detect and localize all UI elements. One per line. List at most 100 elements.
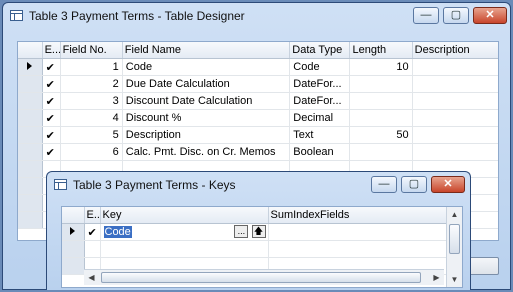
scroll-down-icon[interactable]: ▼ — [447, 272, 462, 287]
maximize-button[interactable]: ▢ — [401, 176, 427, 193]
description-cell[interactable] — [412, 58, 498, 76]
field-name-cell[interactable]: Code — [122, 58, 291, 76]
enabled-check[interactable]: ✔ — [42, 109, 61, 127]
field-name-cell[interactable]: Calc. Pmt. Disc. on Cr. Memos — [122, 143, 291, 161]
description-cell[interactable] — [412, 109, 498, 127]
keys-titlebar[interactable]: Table 3 Payment Terms - Keys — ▢ ✕ — [47, 172, 470, 198]
designer-titlebar[interactable]: Table 3 Payment Terms - Table Designer —… — [3, 3, 510, 29]
data-type-cell[interactable]: Text — [289, 126, 351, 144]
enabled-check[interactable]: ✔ — [42, 75, 61, 93]
field-no-cell[interactable]: 1 — [60, 58, 123, 76]
vertical-scrollbar[interactable]: ▲ ▼ — [446, 207, 462, 287]
close-button[interactable]: ✕ — [473, 7, 507, 24]
empty-cell[interactable] — [84, 240, 101, 258]
scroll-right-icon[interactable]: ▶ — [429, 270, 444, 285]
column-header-length[interactable]: Length — [349, 42, 413, 59]
row-selector[interactable] — [18, 75, 43, 93]
table-row[interactable]: ✔ 3 Discount Date Calculation DateFor... — [18, 92, 498, 110]
keys-title: Table 3 Payment Terms - Keys — [73, 178, 236, 192]
keys-window: Table 3 Payment Terms - Keys — ▢ ✕ E... … — [46, 171, 471, 290]
up-arrow-icon[interactable]: 🡅 — [251, 225, 266, 238]
column-header-enabled[interactable]: E... — [42, 42, 61, 59]
field-name-cell[interactable]: Due Date Calculation — [122, 75, 291, 93]
field-no-cell[interactable]: 6 — [60, 143, 123, 161]
table-row[interactable]: ✔ 1 Code Code 10 — [18, 58, 498, 76]
keys-grid: E... Key SumIndexFields ✔ Code ... 🡅 — [61, 206, 463, 288]
sumindex-cell[interactable] — [268, 223, 448, 241]
data-type-cell[interactable]: DateFor... — [289, 92, 351, 110]
length-cell[interactable] — [349, 92, 413, 110]
table-row[interactable]: ✔ 2 Due Date Calculation DateFor... — [18, 75, 498, 93]
table-row[interactable] — [62, 240, 448, 258]
row-selector[interactable] — [62, 223, 85, 241]
row-selector[interactable] — [18, 177, 43, 195]
row-selector[interactable] — [18, 160, 43, 178]
row-selector[interactable] — [18, 126, 43, 144]
length-cell[interactable]: 10 — [349, 58, 413, 76]
maximize-button[interactable]: ▢ — [443, 7, 469, 24]
data-type-cell[interactable]: Decimal — [289, 109, 351, 127]
table-icon — [54, 179, 67, 190]
horizontal-scroll-thumb[interactable] — [101, 272, 421, 283]
keys-header-row: E... Key SumIndexFields — [62, 207, 448, 224]
description-cell[interactable] — [412, 126, 498, 144]
horizontal-scrollbar[interactable]: ◀ ▶ — [84, 269, 444, 285]
lookup-button[interactable]: ... — [234, 225, 249, 238]
length-cell[interactable] — [349, 143, 413, 161]
vertical-scroll-thumb[interactable] — [449, 224, 460, 254]
row-selector[interactable] — [18, 58, 43, 76]
enabled-check[interactable]: ✔ — [84, 223, 101, 241]
data-type-cell[interactable]: Boolean — [289, 143, 351, 161]
description-cell[interactable] — [412, 92, 498, 110]
row-selector[interactable] — [18, 92, 43, 110]
table-row[interactable]: ✔ 5 Description Text 50 — [18, 126, 498, 144]
minimize-button[interactable]: — — [371, 176, 397, 193]
column-header-enabled[interactable]: E... — [84, 207, 101, 224]
close-button[interactable]: ✕ — [431, 176, 465, 193]
field-no-cell[interactable]: 4 — [60, 109, 123, 127]
column-header-field-no[interactable]: Field No. — [60, 42, 123, 59]
scroll-up-icon[interactable]: ▲ — [447, 207, 462, 222]
minimize-button[interactable]: — — [413, 7, 439, 24]
enabled-check[interactable]: ✔ — [42, 143, 61, 161]
row-selector[interactable] — [18, 211, 43, 229]
field-no-cell[interactable]: 5 — [60, 126, 123, 144]
field-name-cell[interactable]: Discount % — [122, 109, 291, 127]
column-header-sumindexfields[interactable]: SumIndexFields — [268, 207, 448, 224]
field-name-cell[interactable]: Description — [122, 126, 291, 144]
description-cell[interactable] — [412, 75, 498, 93]
row-selector[interactable] — [18, 143, 43, 161]
length-cell[interactable] — [349, 75, 413, 93]
description-cell[interactable] — [412, 143, 498, 161]
column-header-field-name[interactable]: Field Name — [122, 42, 291, 59]
row-selector[interactable] — [62, 240, 85, 258]
enabled-check[interactable]: ✔ — [42, 58, 61, 76]
empty-cell[interactable] — [100, 240, 269, 258]
keys-table: E... Key SumIndexFields ✔ Code ... 🡅 — [62, 207, 448, 275]
row-selector[interactable] — [18, 109, 43, 127]
field-no-cell[interactable]: 3 — [60, 92, 123, 110]
scroll-left-icon[interactable]: ◀ — [84, 270, 99, 285]
enabled-check[interactable]: ✔ — [42, 92, 61, 110]
data-type-cell[interactable]: DateFor... — [289, 75, 351, 93]
field-no-cell[interactable]: 2 — [60, 75, 123, 93]
current-row-pointer-icon — [70, 227, 76, 235]
column-header-description[interactable]: Description — [412, 42, 498, 59]
empty-cell[interactable] — [268, 240, 448, 258]
table-row[interactable]: ✔ Code ... 🡅 — [62, 223, 448, 241]
row-selector[interactable] — [18, 194, 43, 212]
table-row[interactable]: ✔ 6 Calc. Pmt. Disc. on Cr. Memos Boolea… — [18, 143, 498, 161]
length-cell[interactable]: 50 — [349, 126, 413, 144]
column-header-data-type[interactable]: Data Type — [289, 42, 351, 59]
row-selector[interactable] — [62, 257, 85, 275]
length-cell[interactable] — [349, 109, 413, 127]
row-selector-header — [62, 207, 85, 224]
enabled-check[interactable]: ✔ — [42, 126, 61, 144]
key-value[interactable]: Code — [103, 226, 132, 238]
data-type-cell[interactable]: Code — [289, 58, 351, 76]
current-row-pointer-icon — [27, 62, 33, 70]
field-name-cell[interactable]: Discount Date Calculation — [122, 92, 291, 110]
column-header-key[interactable]: Key — [100, 207, 269, 224]
key-cell[interactable]: Code ... 🡅 — [100, 223, 269, 241]
table-row[interactable]: ✔ 4 Discount % Decimal — [18, 109, 498, 127]
